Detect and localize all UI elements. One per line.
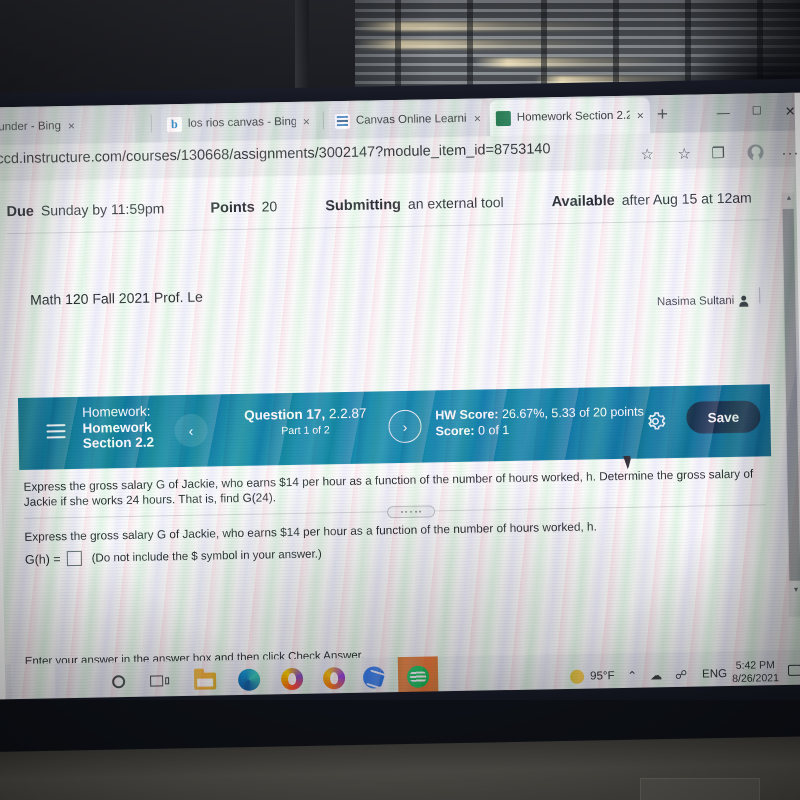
desk-object [640,778,760,800]
language-indicator[interactable]: ENG [702,668,727,680]
user-info[interactable]: Nasima Sultani [656,294,749,309]
spotify-icon[interactable] [406,665,430,688]
maximize-button[interactable]: ☐ [752,104,762,117]
meta-points: Points 20 [210,198,277,216]
score-label: Score: [435,423,475,439]
homework-name-line2: Section 2.2 [82,434,155,451]
desk-area [0,700,800,800]
favorite-add-icon[interactable]: ☆ [640,145,654,163]
answer-input[interactable] [66,550,82,567]
meta-label: Due [6,203,35,221]
homework-label: Homework: [82,403,151,420]
close-tab-icon[interactable]: × [637,108,644,122]
meta-label: Available [551,193,615,211]
microsoft-edge-icon[interactable] [237,668,261,692]
monitor: war thunder - Bing × b los rios canvas -… [0,78,800,740]
pearson-icon [495,110,512,126]
canvas-icon [334,113,351,129]
bluetooth-icon[interactable]: ☍ [675,668,687,682]
task-view-icon[interactable] [150,674,172,696]
scroll-up-arrow[interactable]: ▲ [785,195,792,202]
question-code: 2.2.87 [328,405,367,422]
close-window-button[interactable]: ✕ [785,104,796,120]
meta-available: Available after Aug 15 at 12am [552,190,752,211]
notification-icon[interactable] [787,664,800,676]
tab-title: Canvas Online Learning Sy [355,112,467,127]
sun-icon[interactable] [570,669,585,684]
meta-value: Sunday by 11:59pm [40,200,165,219]
temperature-label[interactable]: 95°F [590,670,615,682]
bing-icon: b [166,116,183,132]
tab-title: los rios canvas - Bing [187,115,297,130]
hw-score-value: 26.67%, 5.33 of 20 points [501,404,644,422]
firefox-developer-icon[interactable] [322,667,346,690]
tab-group-icon[interactable]: ❐ [711,144,725,162]
chevron-up-icon[interactable]: ⌃ [627,669,637,683]
homework-name-line1: Homework [82,419,152,436]
user-name: Nasima Sultani [656,294,735,309]
meta-label: Submitting [325,196,402,215]
address-bar-url[interactable]: rccd.instructure.com/courses/130668/assi… [0,141,551,167]
question-number: Question 17, [243,406,326,423]
photo-of-monitor: war thunder - Bing × b los rios canvas -… [0,0,800,800]
question-info: Question 17, 2.2.87 Part 1 of 2 [224,405,387,438]
close-tab-icon[interactable]: × [68,119,75,133]
browser-tab[interactable]: war thunder - Bing × [0,106,136,146]
homework-title: Homework: Homework Section 2.2 [82,404,154,452]
meta-due: Due Sunday by 11:59pm [6,200,164,220]
drag-handle-dots-icon[interactable] [386,505,436,519]
search-icon[interactable] [112,675,134,697]
firefox-icon[interactable] [280,667,304,691]
user-icon [739,295,748,306]
scroll-down-arrow[interactable]: ▼ [793,587,800,594]
hw-score-label: HW Score: [435,407,499,423]
course-title: Math 120 Fall 2021 Prof. Le [29,288,204,308]
meta-value: after Aug 15 at 12am [621,189,752,208]
meta-value: 20 [261,198,278,215]
minimize-button[interactable]: — [717,105,730,120]
clock-time: 5:42 PM [735,659,775,672]
close-tab-icon[interactable]: × [474,111,481,125]
meta-submitting: Submitting an external tool [325,194,504,214]
onedrive-icon[interactable]: ☁ [650,668,662,682]
more-menu-icon[interactable]: ··· [781,145,799,162]
answer-prefix: G(h) = [24,551,61,567]
tab-title: war thunder - Bing [0,120,62,134]
tab-title: Homework Section 2.2 [516,109,630,124]
meta-label: Points [210,199,255,217]
browser-tab-active[interactable]: Homework Section 2.2 × [489,97,651,137]
browser-tab[interactable]: Canvas Online Learning Sy × [328,100,488,140]
new-tab-button[interactable]: + [657,104,669,126]
file-explorer-icon[interactable] [193,672,217,694]
screen-surface: war thunder - Bing × b los rios canvas -… [0,92,800,706]
previous-question-button[interactable]: ‹ [174,413,208,448]
close-tab-icon[interactable]: × [303,115,310,129]
app-blue-icon[interactable] [362,666,386,689]
answer-hint: (Do not include the $ symbol in your ans… [91,547,322,565]
score-value: 0 of 1 [477,423,510,438]
homework-header-bar: Homework: Homework Section 2.2 ‹ Questio… [17,384,772,470]
hamburger-menu-icon[interactable] [46,424,66,439]
score-row: Score: 0 of 1 [435,420,644,440]
divider [759,287,761,304]
score-summary: HW Score: 26.67%, 5.33 of 20 points Scor… [435,404,644,440]
question-subprompt: Express the gross salary G of Jackie, wh… [24,519,597,544]
question-part-label: Part 1 of 2 [281,424,330,438]
browser-tab[interactable]: b los rios canvas - Bing × [160,103,317,143]
clock-date: 8/26/2021 [732,671,780,685]
question-number-line: Question 17, 2.2.87 [224,405,386,423]
collections-icon[interactable]: ☆ [677,145,691,163]
next-question-button[interactable]: › [388,409,422,444]
meta-value: an external tool [407,194,504,212]
answer-row: G(h) = (Do not include the $ symbol in y… [25,546,322,566]
clock[interactable]: 5:42 PM 8/26/2021 [732,659,779,685]
save-button[interactable]: Save [686,400,761,434]
gear-icon[interactable] [644,410,666,432]
question-prompt: Express the gross salary G of Jackie, wh… [23,466,754,509]
page-content: Due Sunday by 11:59pm Points 20 Submitti… [0,166,800,706]
